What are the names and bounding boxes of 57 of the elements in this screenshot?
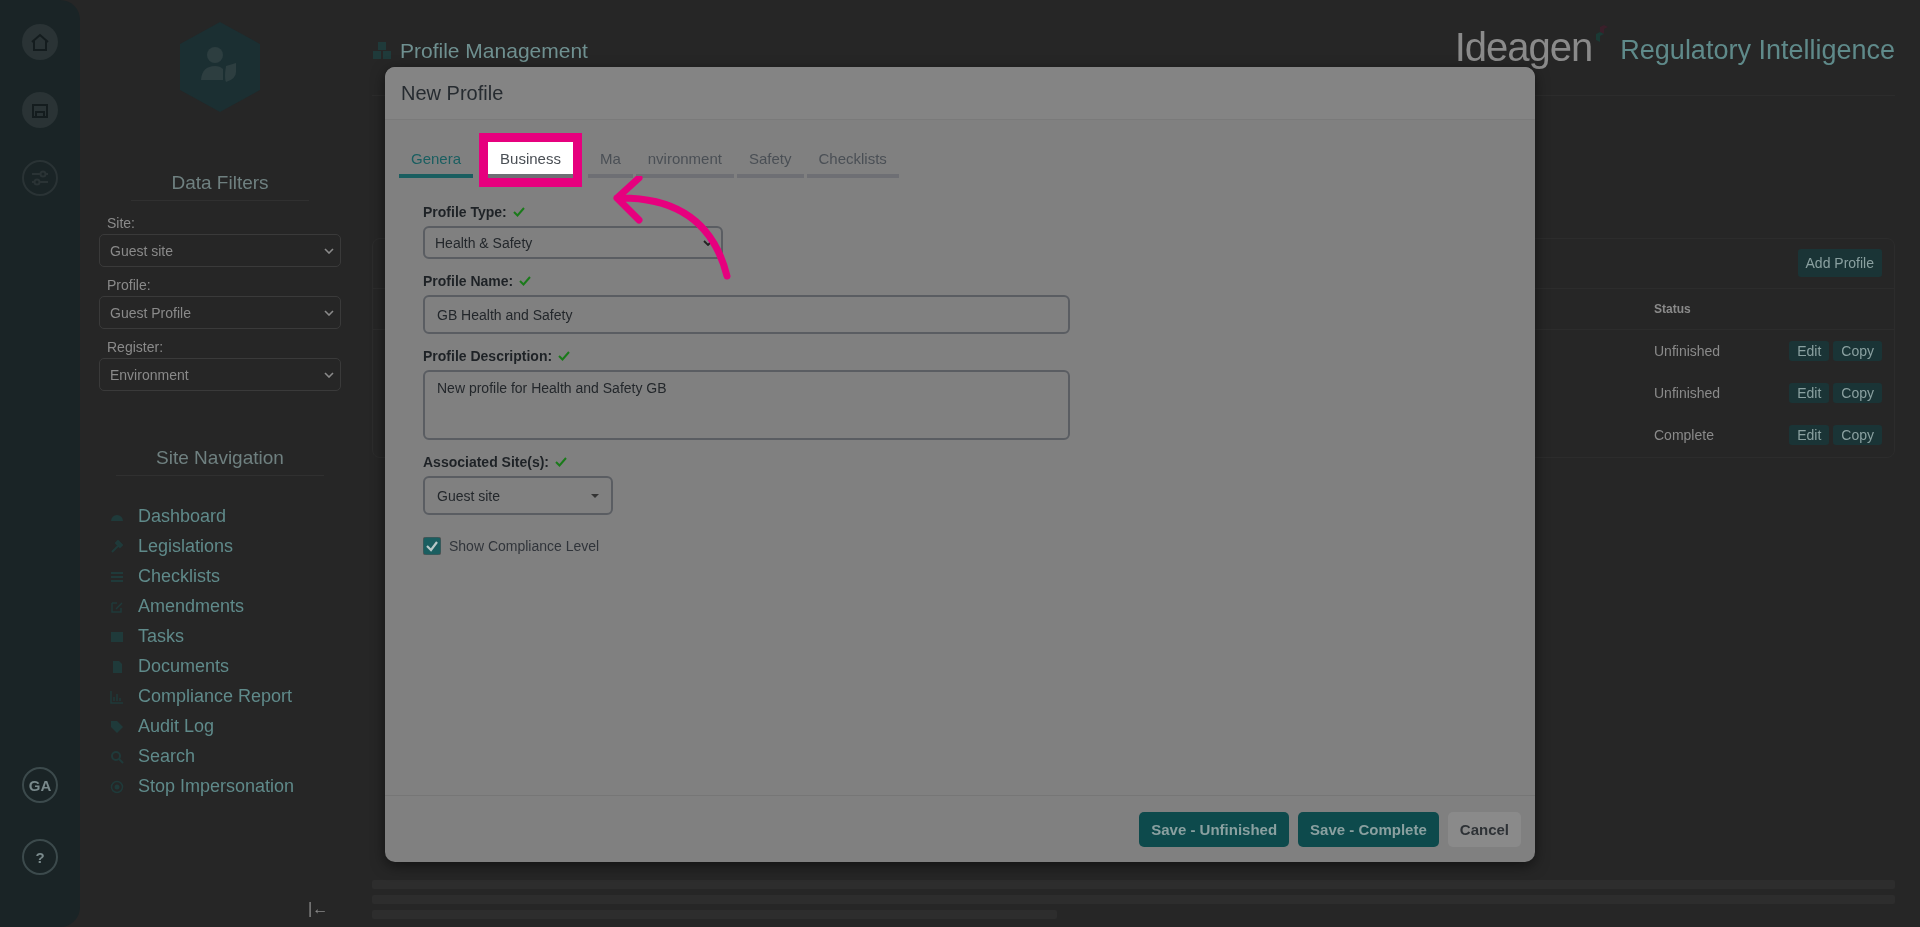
edit-button[interactable]: Edit xyxy=(1789,425,1830,445)
filter-select[interactable]: Guest site xyxy=(99,234,341,267)
edit-button[interactable]: Edit xyxy=(1789,341,1830,361)
filter-select[interactable]: Guest Profile xyxy=(99,296,341,329)
checkbox-label: Show Compliance Level xyxy=(449,538,600,554)
nav-link[interactable]: Amendments xyxy=(138,596,245,617)
page-title: Profile Management xyxy=(400,38,588,63)
caret-down-icon xyxy=(591,493,599,498)
cancel-button[interactable]: Cancel xyxy=(1447,811,1521,847)
select-field[interactable]: Health & Safety xyxy=(423,226,723,259)
save-button[interactable]: Save - Complete xyxy=(1298,811,1439,847)
field-label: Profile Name: xyxy=(423,273,514,289)
user-shield-hexagon-icon xyxy=(180,22,260,112)
checkbox[interactable] xyxy=(423,537,441,555)
field-label: Profile Description: xyxy=(423,348,553,364)
user-avatar[interactable]: GA xyxy=(22,767,58,803)
input-field[interactable]: GB Health and Safety xyxy=(423,295,1070,334)
nav-link[interactable]: Checklists xyxy=(138,566,221,587)
dropdown-field[interactable]: Guest site xyxy=(423,476,613,515)
chevron-down-icon xyxy=(703,239,713,246)
home-icon[interactable] xyxy=(22,24,58,60)
collapse-sidebar-button[interactable]: |← xyxy=(302,899,335,919)
logo-cube-icon xyxy=(1594,25,1609,45)
nav-link[interactable]: Documents xyxy=(138,656,230,677)
save-button[interactable]: Save - Unfinished xyxy=(1139,811,1290,847)
nav-link[interactable]: Stop Impersonation xyxy=(138,776,295,797)
filter-label: Profile: xyxy=(106,277,152,293)
field-label: Associated Site(s): xyxy=(423,454,550,470)
field-label: Profile Type: xyxy=(423,204,507,220)
logo-product-name: Regulatory Intelligence xyxy=(1620,35,1895,67)
section-title: Site Navigation xyxy=(116,447,324,476)
filter-label: Site: xyxy=(106,215,136,231)
nav-link[interactable]: Search xyxy=(138,746,196,767)
textarea-field[interactable]: New profile for Health and Safety GB xyxy=(423,370,1070,440)
nav-link[interactable]: Compliance Report xyxy=(138,686,293,707)
add-profile-button[interactable]: Add Profile xyxy=(1797,249,1882,277)
status-cell-text: Unfinished xyxy=(1654,343,1722,359)
nav-link[interactable]: Audit Log xyxy=(138,716,215,737)
edit-button[interactable]: Edit xyxy=(1789,383,1830,403)
status-cell-text: Unfinished xyxy=(1654,385,1722,401)
column-header: Status xyxy=(1654,302,1692,316)
chevron-down-icon xyxy=(324,309,334,316)
section-title: Data Filters xyxy=(131,172,309,201)
copy-button[interactable]: Copy xyxy=(1833,383,1882,403)
status-cell-text: Complete xyxy=(1654,427,1715,443)
nav-link[interactable]: Legislations xyxy=(138,536,234,557)
chevron-down-icon xyxy=(324,247,334,254)
chevron-down-icon xyxy=(324,371,334,378)
help-button[interactable]: ? xyxy=(22,839,58,875)
nav-link[interactable]: Dashboard xyxy=(138,506,227,527)
dialog-title: New Profile xyxy=(401,81,504,105)
filter-select[interactable]: Environment xyxy=(99,358,341,391)
filter-label: Register: xyxy=(106,339,165,355)
copy-button[interactable]: Copy xyxy=(1833,341,1882,361)
logo-wordmark: Ideagen xyxy=(1454,25,1593,70)
copy-button[interactable]: Copy xyxy=(1833,425,1882,445)
nav-link[interactable]: Tasks xyxy=(138,626,184,647)
